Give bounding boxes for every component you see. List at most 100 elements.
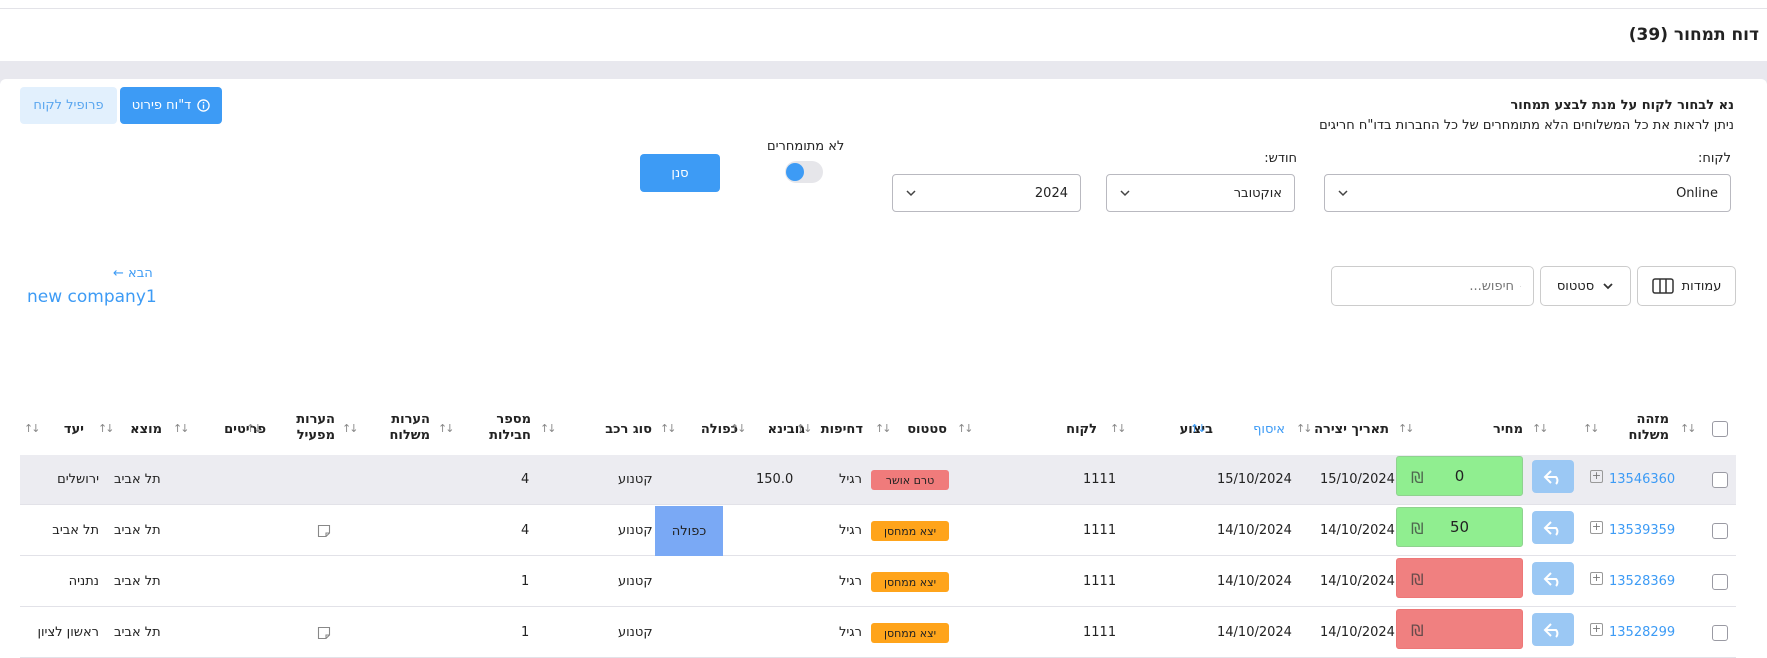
- package-count: 4: [521, 472, 530, 487]
- sort-icon[interactable]: ↑↓: [1680, 422, 1697, 435]
- th-price[interactable]: מחיר: [1493, 422, 1523, 438]
- unpriced-toggle[interactable]: [785, 161, 823, 183]
- company-name[interactable]: new company1: [27, 287, 157, 307]
- row-checkbox[interactable]: [1712, 625, 1728, 641]
- note-icon[interactable]: [317, 524, 331, 538]
- columns-button[interactable]: עמודות: [1637, 266, 1736, 306]
- th-shipment-notes[interactable]: הערות משלוח: [389, 412, 430, 444]
- vehicle-type: קטנוע: [618, 625, 653, 640]
- price-input[interactable]: ₪ 0: [1396, 456, 1523, 496]
- sort-icon[interactable]: ↑↓: [957, 422, 974, 435]
- th-shipment-id[interactable]: מזהה משלוח: [1628, 412, 1669, 444]
- price-input[interactable]: ₪: [1396, 609, 1523, 649]
- reply-button[interactable]: [1532, 460, 1574, 493]
- shipment-id-link[interactable]: 13528369: [1609, 574, 1675, 589]
- th-operator-notes[interactable]: הערות מפעיל: [296, 412, 335, 444]
- customer-select[interactable]: Online: [1324, 174, 1731, 212]
- customer-profile-button[interactable]: פרופיל לקוח: [20, 87, 117, 124]
- sort-icon[interactable]: ↑↓: [1296, 422, 1313, 435]
- reply-button[interactable]: [1532, 613, 1574, 646]
- sort-icon[interactable]: ↑↓: [660, 422, 677, 435]
- sort-icon[interactable]: ↑↓: [246, 422, 263, 435]
- sort-icon[interactable]: ↑↓: [875, 422, 892, 435]
- reply-icon: [1543, 520, 1559, 536]
- th-urgency[interactable]: דחיפות: [821, 422, 863, 438]
- pickup-date: 14/10/2024: [1217, 523, 1292, 538]
- pickup-date: 14/10/2024: [1217, 574, 1292, 589]
- next-link[interactable]: הבא ←: [113, 266, 153, 281]
- pickup-date: 14/10/2024: [1217, 625, 1292, 640]
- shipment-id-link[interactable]: 13546360: [1609, 472, 1675, 487]
- origin: תל אביב: [114, 472, 161, 487]
- th-customer[interactable]: לקוח: [1066, 422, 1097, 438]
- month-select[interactable]: אוקטובר: [1106, 174, 1295, 212]
- reply-button[interactable]: [1532, 562, 1574, 595]
- status-badge: טרם אושר: [871, 470, 949, 490]
- destination: תל אביב: [52, 523, 99, 538]
- customer-code: 1111: [1083, 625, 1117, 640]
- urgency: רגיל: [839, 472, 862, 487]
- month-value: אוקטובר: [1233, 185, 1282, 201]
- sort-active-icon[interactable]: ↑↓: [1190, 422, 1207, 435]
- select-all-checkbox[interactable]: [1712, 421, 1728, 437]
- urgency: רגיל: [839, 523, 862, 538]
- package-count: 1: [521, 574, 530, 589]
- status-filter-button[interactable]: סטטוס: [1540, 266, 1631, 306]
- plus-square-icon[interactable]: +: [1590, 623, 1603, 636]
- vehicle-type: קטנוע: [618, 523, 653, 538]
- filter-button[interactable]: סנן: [640, 154, 720, 192]
- plus-square-icon[interactable]: +: [1590, 470, 1603, 483]
- plus-square-icon[interactable]: +: [1590, 521, 1603, 534]
- th-packages[interactable]: מספר חבילות: [489, 412, 531, 444]
- search-icon: [1520, 285, 1521, 287]
- created-date: 14/10/2024: [1320, 523, 1395, 538]
- sort-icon[interactable]: ↑↓: [730, 422, 747, 435]
- price-value: 0: [1454, 467, 1465, 485]
- price-input[interactable]: ₪ 50: [1396, 507, 1523, 547]
- reply-button[interactable]: [1532, 511, 1574, 544]
- destination: נתניה: [68, 574, 99, 589]
- details-report-label: ד"וח פירוט: [131, 98, 192, 113]
- th-pickup[interactable]: איסוף: [1253, 422, 1285, 438]
- row-checkbox[interactable]: [1712, 472, 1728, 488]
- sort-icon[interactable]: ↑↓: [24, 422, 41, 435]
- sort-icon[interactable]: ↑↓: [173, 422, 190, 435]
- origin: תל אביב: [114, 625, 161, 640]
- th-vehicle-type[interactable]: סוג רכב: [605, 422, 652, 438]
- th-destination[interactable]: יעד: [64, 422, 84, 438]
- th-status[interactable]: סטטוס: [907, 422, 947, 438]
- sort-icon[interactable]: ↑↓: [342, 422, 359, 435]
- shipment-id-link[interactable]: 13528299: [1609, 625, 1675, 640]
- status-filter-label: סטטוס: [1556, 278, 1595, 294]
- sort-icon[interactable]: ↑↓: [98, 422, 115, 435]
- sort-icon[interactable]: ↑↓: [540, 422, 557, 435]
- plus-square-icon[interactable]: +: [1590, 572, 1603, 585]
- sort-icon[interactable]: ↑↓: [1583, 422, 1600, 435]
- origin: תל אביב: [114, 574, 161, 589]
- note-icon[interactable]: [317, 626, 331, 640]
- month-label: חודש:: [1264, 151, 1297, 166]
- notice-title: נא לבחור לקוח על מנת לבצע תמחור: [1510, 98, 1734, 113]
- shipment-id-link[interactable]: 13539359: [1609, 523, 1675, 538]
- search-box[interactable]: [1331, 266, 1534, 306]
- chevron-down-icon: [906, 190, 916, 197]
- search-input[interactable]: [1344, 278, 1514, 294]
- vehicle-type: קטנוע: [618, 472, 653, 487]
- price-input[interactable]: ₪: [1396, 558, 1523, 598]
- row-checkbox[interactable]: [1712, 574, 1728, 590]
- sort-icon[interactable]: ↑↓: [1532, 422, 1549, 435]
- sort-icon[interactable]: ↑↓: [1110, 422, 1127, 435]
- vehicle-type: קטנוע: [618, 574, 653, 589]
- sort-icon[interactable]: ↑↓: [796, 422, 813, 435]
- details-report-button[interactable]: ד"וח פירוט: [120, 87, 222, 124]
- origin: תל אביב: [114, 523, 161, 538]
- destination: ראשון לציון: [37, 625, 99, 640]
- th-origin[interactable]: מוצא: [130, 422, 162, 438]
- year-value: 2024: [1034, 185, 1068, 201]
- sort-icon[interactable]: ↑↓: [1398, 422, 1415, 435]
- th-created-date[interactable]: תאריך יצירה: [1314, 422, 1389, 438]
- year-select[interactable]: 2024: [892, 174, 1081, 212]
- sort-icon[interactable]: ↑↓: [438, 422, 455, 435]
- unpriced-label: לא מתומחרים: [767, 139, 845, 154]
- row-checkbox[interactable]: [1712, 523, 1728, 539]
